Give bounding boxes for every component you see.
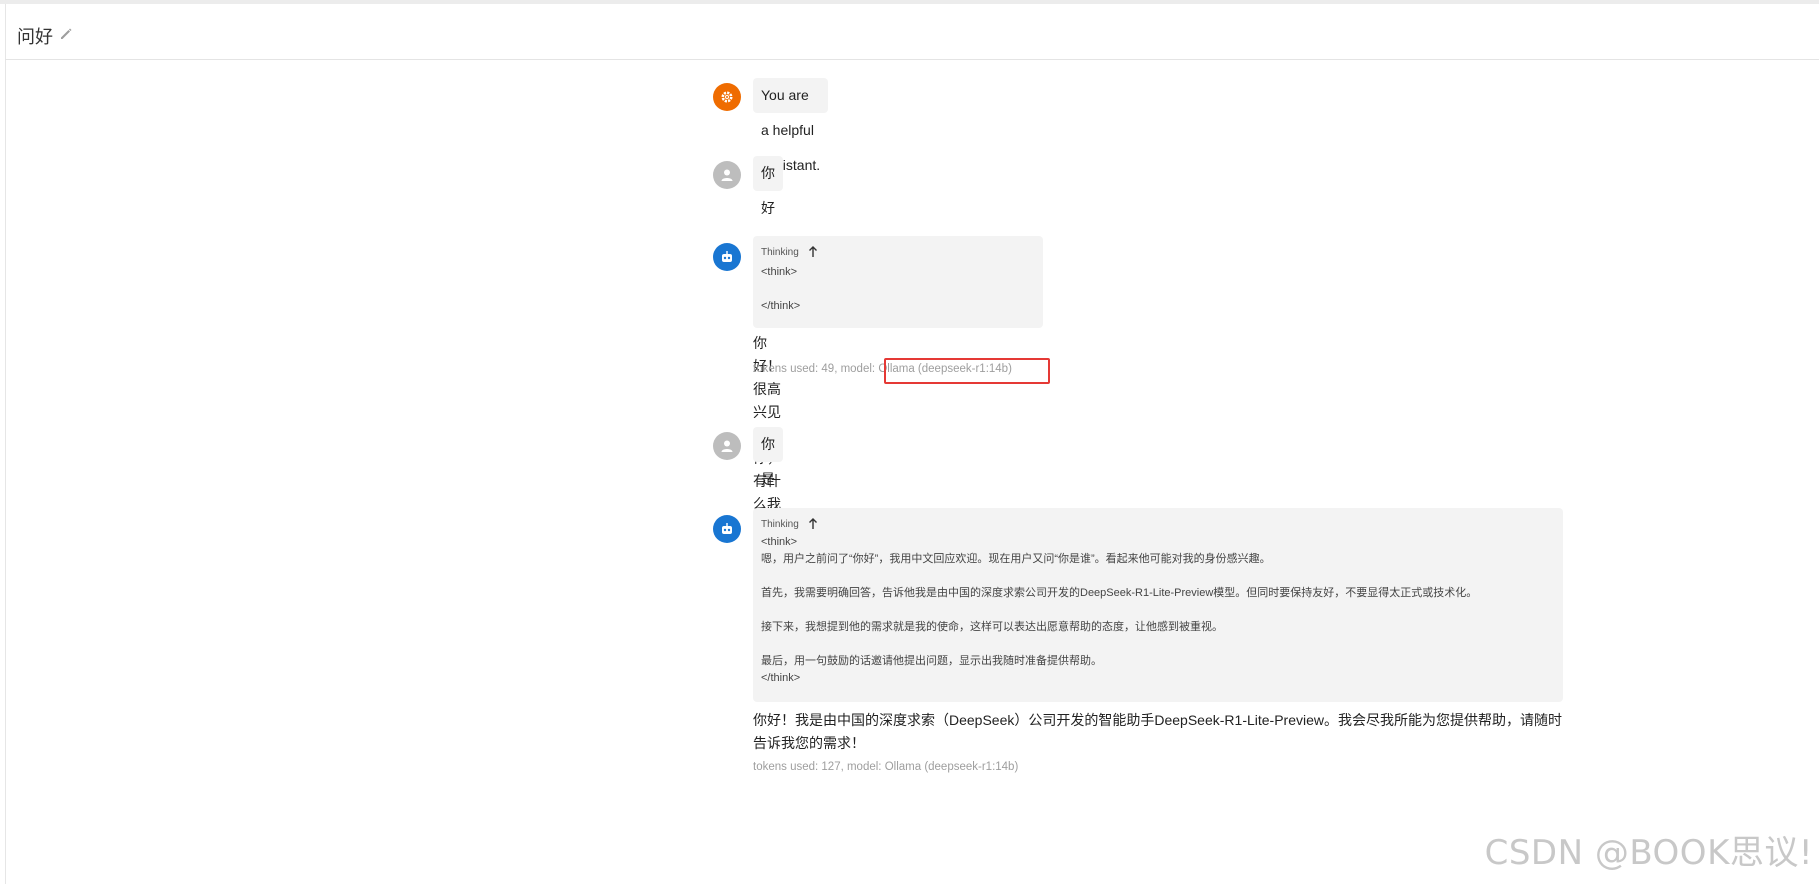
thinking-panel: Thinking <think> </think>	[753, 236, 1043, 328]
watermark: CSDN @BOOK思议!	[1484, 833, 1813, 873]
system-message-bubble: You are a helpful assistant.	[753, 78, 829, 173]
gear-icon	[713, 83, 741, 111]
thinking-header[interactable]: Thinking	[761, 516, 1555, 532]
think-close-tag: </think>	[761, 672, 801, 684]
think-open-tag: <think>	[761, 266, 798, 278]
person-icon	[713, 161, 741, 189]
think-close-tag: </think>	[761, 300, 801, 312]
meta-tokens: tokens used: 49, model:	[753, 363, 876, 375]
thinking-panel: Thinking <think> 嗯，用户之前问了“你好”，我用中文回应欢迎。现…	[753, 508, 1563, 702]
robot-icon	[713, 243, 741, 271]
person-icon	[713, 432, 741, 460]
arrow-up-icon[interactable]	[807, 518, 819, 530]
chat-header: 问好	[5, 4, 1819, 60]
think-line: 接下来，我想提到他的需求就是我的使命，这样可以表达出愿意帮助的态度，让他感到被重…	[761, 621, 1223, 633]
think-open-tag: <think>	[761, 536, 798, 548]
pencil-icon[interactable]	[58, 26, 74, 42]
message-meta: tokens used: 127, model: Ollama (deepsee…	[753, 761, 1019, 773]
think-line: 首先，我需要明确回答，告诉他我是由中国的深度求索公司开发的DeepSeek-R1…	[761, 587, 1478, 599]
thinking-header[interactable]: Thinking	[761, 244, 1035, 260]
assistant-reply-line: 告诉我您的需求！	[753, 735, 865, 751]
thinking-label: Thinking	[761, 246, 799, 258]
arrow-up-icon[interactable]	[807, 246, 819, 258]
think-line: 嗯，用户之前问了“你好”，我用中文回应欢迎。现在用户又问“你是谁”。看起来他可能…	[761, 553, 1271, 565]
robot-icon	[713, 515, 741, 543]
user-message-bubble: 你是谁	[753, 427, 783, 522]
user-message-bubble: 你好	[753, 156, 783, 216]
chat-title: 问好	[17, 27, 53, 47]
thinking-label: Thinking	[761, 518, 799, 530]
assistant-reply-line: 你好！我是由中国的深度求索（DeepSeek）公司开发的智能助手DeepSeek…	[753, 712, 1563, 728]
highlight-box	[884, 358, 1050, 384]
think-line: 最后，用一句鼓励的话邀请他提出问题，显示出我随时准备提供帮助。	[761, 655, 1102, 667]
assistant-reply: 你好！我是由中国的深度求索（DeepSeek）公司开发的智能助手DeepSeek…	[753, 709, 1573, 755]
